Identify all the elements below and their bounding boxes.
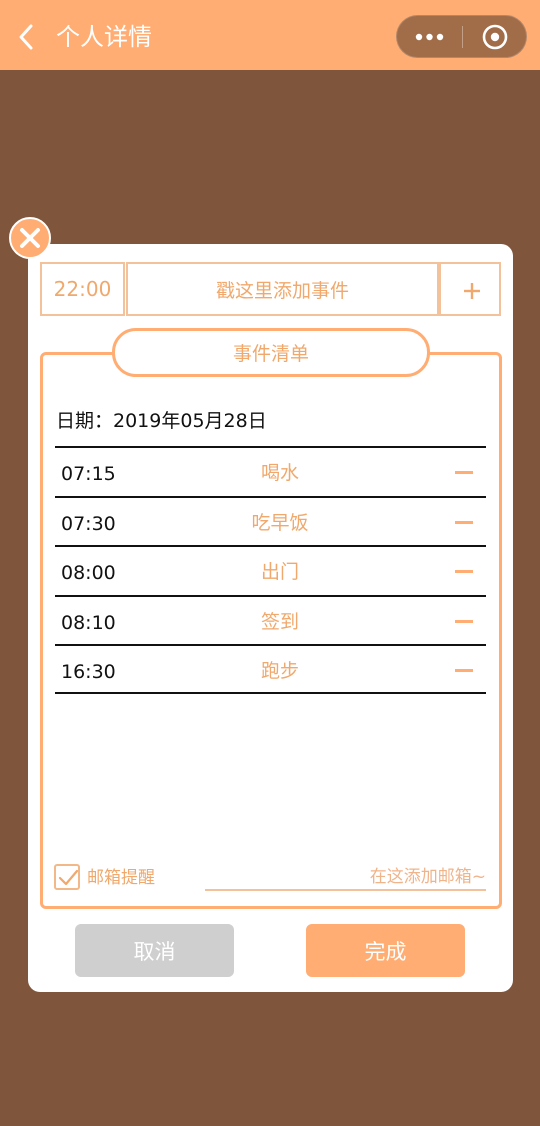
event-list: 07:15 喝水 07:30 吃早饭 08:00 出门 08:10 签到 16:…	[55, 446, 486, 694]
back-chevron-icon[interactable]	[12, 20, 42, 54]
email-placeholder: 在这添加邮箱~	[369, 867, 486, 887]
event-name: 吃早饭	[251, 511, 309, 534]
event-time: 07:15	[61, 463, 116, 485]
done-button[interactable]: 完成	[306, 924, 465, 977]
remove-event-icon[interactable]	[455, 470, 473, 476]
cancel-button[interactable]: 取消	[75, 924, 234, 977]
event-time: 07:30	[61, 512, 116, 535]
close-modal-icon[interactable]	[9, 217, 51, 259]
event-row: 08:10 签到	[55, 594, 486, 645]
add-event-button[interactable]	[439, 262, 501, 316]
remove-event-icon[interactable]	[455, 619, 473, 625]
remove-event-icon[interactable]	[455, 520, 473, 526]
nav-bar: 个人详情	[0, 0, 540, 70]
time-picker[interactable]: 22:00	[40, 262, 125, 316]
date-label: 日期：2019年05月28日	[56, 410, 267, 432]
event-input[interactable]: 戳这里添加事件	[126, 262, 439, 316]
event-name: 出门	[260, 561, 299, 583]
plus-icon	[464, 283, 480, 299]
email-reminder-label: 邮箱提醒	[87, 868, 155, 888]
add-event-row: 22:00 戳这里添加事件	[40, 262, 501, 316]
event-row: 07:15 喝水	[55, 446, 486, 496]
event-row: 08:00 出门	[55, 545, 486, 595]
remove-event-icon[interactable]	[455, 668, 473, 674]
event-row: 07:30 吃早饭	[55, 495, 486, 546]
event-name: 签到	[260, 610, 299, 633]
remove-event-icon[interactable]	[455, 569, 473, 575]
checkmark-icon	[58, 869, 78, 886]
email-input[interactable]: 在这添加邮箱~	[205, 860, 486, 891]
event-list-title: 事件清单	[112, 328, 430, 377]
event-name: 喝水	[260, 462, 299, 484]
mini-program-capsule	[396, 15, 527, 58]
page-title: 个人详情	[56, 23, 152, 51]
event-time: 08:00	[61, 562, 116, 584]
event-name: 跑步	[260, 660, 299, 682]
target-circle-icon[interactable]	[463, 16, 527, 57]
event-time: 16:30	[61, 661, 116, 683]
event-row: 16:30 跑步	[55, 644, 486, 694]
email-reminder-checkbox[interactable]	[54, 864, 80, 890]
event-time: 08:10	[61, 611, 116, 634]
more-dots-icon[interactable]	[397, 16, 462, 57]
